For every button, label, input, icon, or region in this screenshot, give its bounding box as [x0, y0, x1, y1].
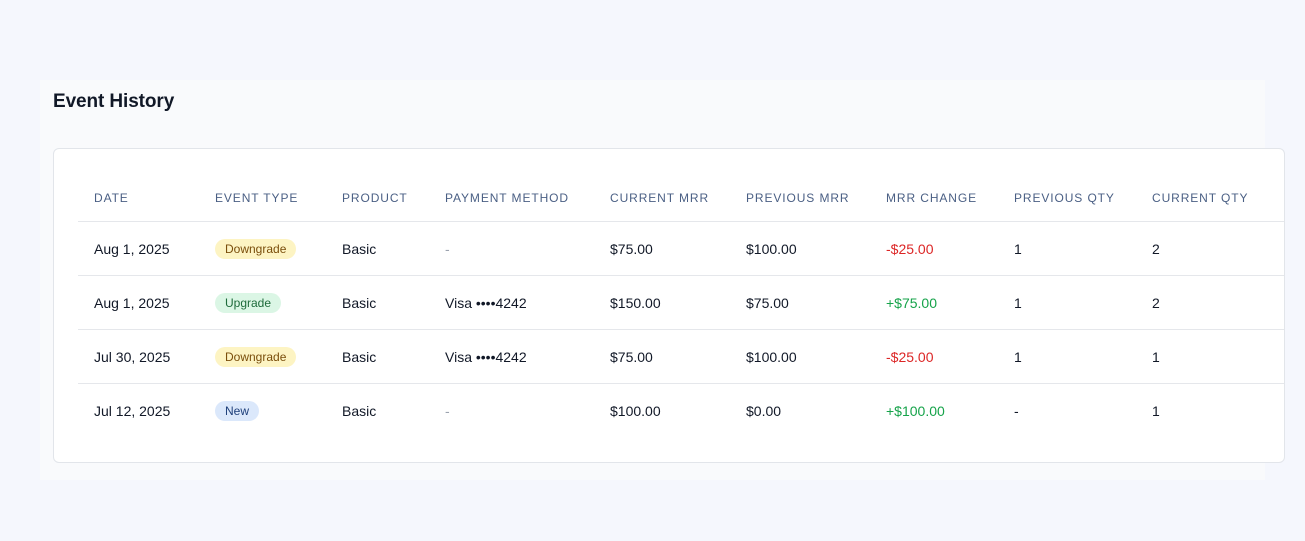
event-history-card: DATE EVENT TYPE PRODUCT PAYMENT METHOD C…: [53, 148, 1285, 463]
cell-previous-qty: 1: [998, 221, 1136, 276]
cell-product: Basic: [326, 329, 429, 384]
cell-previous-qty: 1: [998, 275, 1136, 330]
column-header-product[interactable]: PRODUCT: [326, 175, 429, 222]
column-header-date[interactable]: DATE: [78, 175, 199, 222]
column-header-previous-mrr[interactable]: PREVIOUS MRR: [730, 175, 870, 222]
column-header-previous-qty[interactable]: PREVIOUS QTY: [998, 175, 1136, 222]
cell-mrr-change: +$75.00: [870, 275, 998, 330]
table-row[interactable]: Jul 12, 2025 New Basic - $100.00 $0.00 +…: [78, 384, 1284, 438]
column-header-payment-method[interactable]: PAYMENT METHOD: [429, 175, 594, 222]
cell-current-qty: 2: [1136, 275, 1284, 330]
cell-payment-method: Visa ••••4242: [429, 275, 594, 330]
cell-previous-mrr: $75.00: [730, 275, 870, 330]
cell-previous-mrr: $100.00: [730, 329, 870, 384]
cell-previous-qty: 1: [998, 329, 1136, 384]
cell-mrr-change: +$100.00: [886, 402, 945, 419]
column-header-event-type[interactable]: EVENT TYPE: [199, 175, 326, 222]
cell-date: Jul 12, 2025: [94, 402, 171, 419]
event-history-panel: Event History DATE EVENT TYPE PRODUCT PA…: [40, 80, 1285, 480]
cell-product: Basic: [342, 402, 377, 419]
event-type-badge: New: [215, 400, 260, 421]
cell-current-mrr: $75.00: [594, 329, 730, 384]
cell-payment-method: Visa ••••4242: [429, 329, 594, 384]
cell-current-mrr: $150.00: [594, 275, 730, 330]
cell-mrr-change: -$25.00: [870, 221, 998, 276]
cell-current-qty: 1: [1152, 402, 1160, 419]
cell-date: Aug 1, 2025: [78, 275, 199, 330]
cell-product: Basic: [326, 275, 429, 330]
cell-current-mrr: $75.00: [594, 221, 730, 276]
event-type-badge: Downgrade: [215, 346, 297, 367]
cell-current-qty: 1: [1136, 329, 1284, 384]
event-type-badge: Downgrade: [215, 238, 297, 259]
cell-current-mrr: $100.00: [610, 402, 661, 419]
table-row[interactable]: Jul 30, 2025 Downgrade Basic Visa ••••42…: [78, 329, 1284, 384]
column-header-current-mrr[interactable]: CURRENT MRR: [594, 175, 730, 222]
cell-payment-method: -: [429, 221, 594, 276]
cell-current-qty: 2: [1136, 221, 1284, 276]
table-header-row: DATE EVENT TYPE PRODUCT PAYMENT METHOD C…: [78, 175, 1284, 222]
event-type-badge: Upgrade: [215, 292, 282, 313]
section-title: Event History: [53, 91, 175, 112]
cell-payment-method: -: [445, 402, 450, 419]
cell-product: Basic: [326, 221, 429, 276]
table-row[interactable]: Aug 1, 2025 Upgrade Basic Visa ••••4242 …: [78, 275, 1284, 330]
cell-previous-mrr: $100.00: [730, 221, 870, 276]
cell-previous-mrr: $0.00: [746, 402, 782, 419]
table-row[interactable]: Aug 1, 2025 Downgrade Basic - $75.00 $10…: [78, 221, 1284, 276]
cell-date: Jul 30, 2025: [78, 329, 199, 384]
event-history-table: DATE EVENT TYPE PRODUCT PAYMENT METHOD C…: [78, 175, 1284, 438]
cell-date: Aug 1, 2025: [78, 221, 199, 276]
cell-mrr-change: -$25.00: [870, 329, 998, 384]
cell-previous-qty: -: [1014, 402, 1019, 419]
column-header-mrr-change[interactable]: MRR CHANGE: [870, 175, 998, 222]
column-header-current-qty[interactable]: CURRENT QTY: [1136, 175, 1284, 222]
